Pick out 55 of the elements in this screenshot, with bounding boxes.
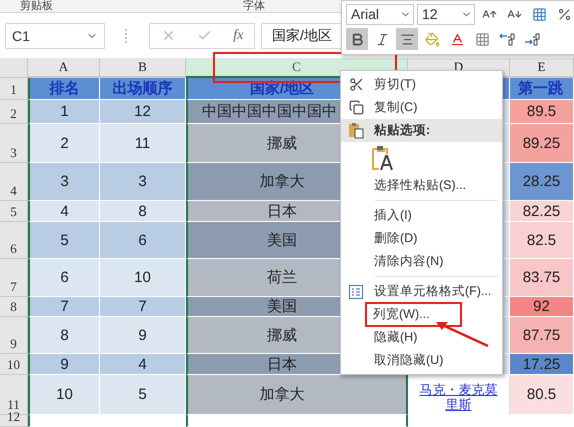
table-cell: 87.75 <box>510 317 574 354</box>
column-header[interactable]: B <box>100 58 186 78</box>
table-cell: 4 <box>28 201 100 222</box>
row-header[interactable]: 9 <box>0 317 28 354</box>
table-cell: 9 <box>100 317 186 354</box>
table-cell: 10 <box>28 375 100 415</box>
table-cell: 80.5 <box>510 375 574 415</box>
table-cell: 1 <box>28 100 100 124</box>
insert-function-button[interactable]: fx <box>233 28 244 44</box>
table-cell: 82.25 <box>510 201 574 222</box>
row-header[interactable]: 2 <box>0 100 28 124</box>
table-cell: 11 <box>100 124 186 163</box>
table-cell: 92 <box>510 297 574 317</box>
ribbon-group-label: 字体 <box>243 1 265 12</box>
table-cell: 5 <box>100 375 186 415</box>
table-cell: 2 <box>28 124 100 163</box>
table-cell: 28.25 <box>510 163 574 201</box>
row-header[interactable]: 7 <box>0 259 28 297</box>
table-cell: 89.5 <box>510 100 574 124</box>
table-cell: 6 <box>100 222 186 259</box>
table-cell: 89.25 <box>510 124 574 163</box>
table-cell: 第一跳 <box>510 78 574 100</box>
table-cell: 8 <box>100 201 186 222</box>
table-cell: 12 <box>100 100 186 124</box>
table-cell: 3 <box>28 163 100 201</box>
table-cell: 4 <box>100 354 186 375</box>
row-header[interactable]: 6 <box>0 222 28 259</box>
row-header[interactable]: 8 <box>0 297 28 317</box>
row-header[interactable]: 5 <box>0 201 28 222</box>
column-header[interactable]: E <box>510 58 574 78</box>
name-box[interactable]: C1 <box>5 22 105 48</box>
table-cell: 17.25 <box>510 354 574 375</box>
table-cell: 6 <box>28 259 100 297</box>
table-cell: 9 <box>28 354 100 375</box>
table-cell: 8 <box>28 317 100 354</box>
font-dropdown[interactable]: Arial <box>346 4 414 24</box>
table-cell: 83.75 <box>510 259 574 297</box>
row-header[interactable]: 3 <box>0 124 28 163</box>
table-cell: 加拿大 <box>186 375 408 415</box>
table-cell: 7 <box>100 297 186 317</box>
row-header[interactable]: 1 <box>0 78 28 100</box>
ribbon-group-label: 剪贴板 <box>20 1 53 12</box>
table-cell: 7 <box>28 297 100 317</box>
table-cell: 排名 <box>28 78 100 100</box>
link[interactable]: 马克・麦克莫里斯 <box>414 382 504 415</box>
row-header[interactable]: 10 <box>0 354 28 375</box>
column-header[interactable]: A <box>28 58 100 78</box>
menu-item[interactable]: 粘贴选项: <box>341 119 502 142</box>
table-cell: 5 <box>28 222 100 259</box>
table-cell: 10 <box>100 259 186 297</box>
table-cell: 82.5 <box>510 222 574 259</box>
row-header[interactable]: 4 <box>0 163 28 201</box>
table-cell: 出场顺序 <box>100 78 186 100</box>
table-cell: 3 <box>100 163 186 201</box>
font-size-dropdown[interactable]: 12 <box>417 4 475 24</box>
